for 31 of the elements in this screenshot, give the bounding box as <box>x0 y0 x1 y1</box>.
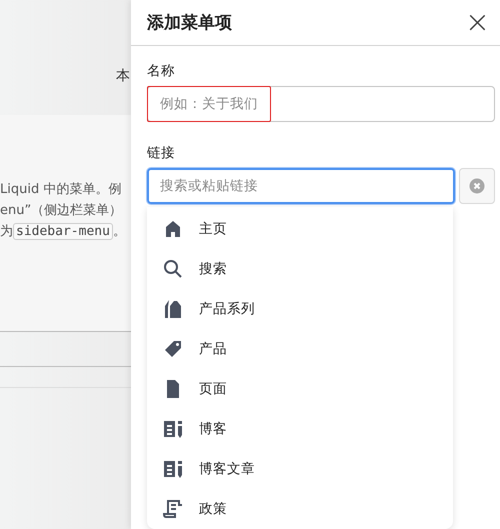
description-text: 为 <box>0 224 13 239</box>
field-label: 链接 <box>147 144 176 162</box>
page-icon <box>166 379 180 399</box>
code-text: sidebar-menu <box>13 223 113 240</box>
suggestion-item[interactable]: 政策 <box>147 489 453 529</box>
description-text: Liquid 中的菜单。例 <box>0 181 122 199</box>
tag-icon <box>164 340 182 358</box>
tags-icon <box>164 299 182 319</box>
suggestion-item[interactable]: 主页 <box>147 209 453 249</box>
suggestion-item[interactable]: 搜索 <box>147 249 453 289</box>
name-field[interactable]: 例如：关于我们 <box>147 86 495 122</box>
clear-button[interactable] <box>459 168 495 204</box>
suggestion-item[interactable]: 页面 <box>147 369 453 409</box>
link-search-field[interactable]: 搜索或粘贴链接 <box>147 168 455 204</box>
description-text: enu”（侧边栏菜单） <box>0 202 124 220</box>
placeholder-text: 例如：关于我们 <box>147 86 271 122</box>
document-icon <box>163 459 183 479</box>
clear-icon <box>469 178 485 194</box>
suggestion-item[interactable]: 博客 <box>147 409 453 449</box>
scroll-icon <box>163 499 183 519</box>
suggestion-item[interactable]: 产品 <box>147 329 453 369</box>
description-text: 。 <box>112 224 126 239</box>
field-label: 名称 <box>147 62 176 80</box>
suggestion-item[interactable]: 博客文章 <box>147 449 453 489</box>
suggestion-item[interactable]: 产品系列 <box>147 289 453 329</box>
heading-text: 本 <box>116 67 130 85</box>
document-icon <box>163 419 183 439</box>
close-button[interactable]: × <box>460 8 494 38</box>
drawer-title: 添加菜单项 <box>147 12 232 34</box>
home-icon <box>164 220 182 238</box>
search-icon <box>163 259 183 279</box>
